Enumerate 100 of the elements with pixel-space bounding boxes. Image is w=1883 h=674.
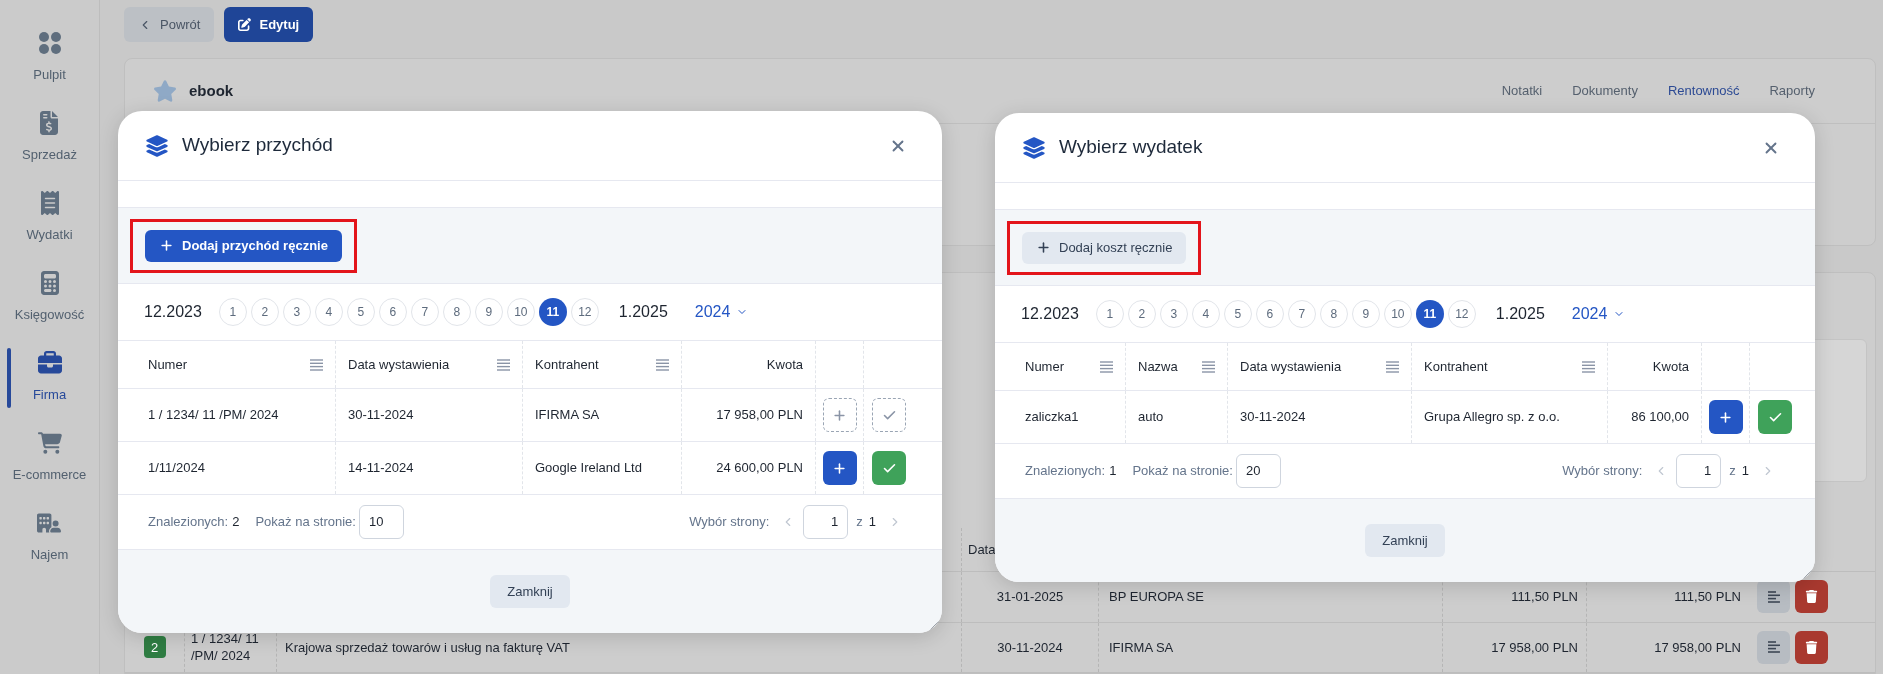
table-cell-text: 14-11-2024 <box>348 459 414 478</box>
month-button[interactable]: 11 <box>538 298 567 326</box>
lines-icon <box>1767 641 1780 654</box>
sidebar-item[interactable]: Firma <box>32 351 67 405</box>
cart-icon <box>37 431 62 456</box>
table-cell-text: 30-11-2024 <box>997 638 1063 657</box>
dialog-title: Wybierz przychód <box>182 133 333 158</box>
year-select[interactable]: 2024 <box>694 300 749 324</box>
lines-icon <box>1767 590 1780 603</box>
table-cell-text: 31-01-2025 <box>996 588 1064 607</box>
per-page-label: Pokaż na stronie: <box>255 513 356 532</box>
table-cell-text: Krajowa sprzedaż towarów i usług na fakturę VAT <box>285 638 570 657</box>
page-count: 1 <box>1741 462 1749 481</box>
per-page-field[interactable]: 20 <box>1235 454 1281 488</box>
tab[interactable]: Rentowność <box>1667 81 1740 101</box>
column-header: Data wystawienia <box>348 355 450 374</box>
delete-button[interactable] <box>1795 630 1828 664</box>
table-cell-text: 30-11-2024 <box>348 406 414 425</box>
sidebar-item[interactable]: Sprzedaż <box>22 111 77 165</box>
edit-icon <box>238 18 252 31</box>
table-cell-text: Google Ireland Ltd <box>535 459 642 478</box>
column-menu-icon[interactable] <box>1386 360 1399 373</box>
close-dialog-button[interactable]: Zamknij <box>1365 524 1445 557</box>
table-cell-text: 111,50 PLN <box>1674 588 1741 607</box>
next-period-link[interactable]: 1.2025 <box>1495 302 1545 326</box>
select-row-button[interactable] <box>872 451 906 485</box>
column-header: Nazwa <box>1138 357 1178 376</box>
previous-period-link[interactable]: 12.2023 <box>1021 302 1079 326</box>
plus-icon <box>1718 409 1733 425</box>
table-cell-text: 24 600,00 PLN <box>716 459 803 478</box>
found-label: Znalezionych: <box>1025 462 1106 481</box>
layers-icon <box>1022 135 1046 160</box>
sidebar-item[interactable]: Najem <box>30 511 69 565</box>
year-select[interactable]: 2024 <box>1571 302 1626 326</box>
plus-icon <box>1036 240 1051 255</box>
next-period-link[interactable]: 1.2025 <box>618 300 668 324</box>
add-manually-button[interactable]: Dodaj przychód ręcznie <box>145 229 342 262</box>
column-menu-icon[interactable] <box>1100 360 1113 373</box>
trash-icon <box>1805 590 1818 604</box>
column-header: Kontrahent <box>535 355 599 374</box>
plus-icon <box>832 460 847 476</box>
column-header: Kwota <box>766 355 803 374</box>
dialog-title: Wybierz wydatek <box>1059 135 1203 160</box>
column-header: Data wystawienia <box>1240 357 1342 376</box>
table-cell-text: 1 / 1234/ 11 /PM/ 2024 <box>148 406 279 425</box>
back-button[interactable]: Powrót <box>124 7 215 42</box>
add-row-button[interactable] <box>822 451 857 485</box>
table-cell-text: BP EUROPA SE <box>1109 588 1204 607</box>
row-badge: 2 <box>143 636 166 659</box>
column-header: Kwota <box>1652 357 1689 376</box>
table-cell-text: 17 958,00 PLN <box>1491 638 1578 657</box>
edit-button[interactable]: Edytuj <box>224 7 314 42</box>
per-page-label: Pokaż na stronie: <box>1132 462 1233 481</box>
table-cell-text: 1/11/2024 <box>148 459 205 478</box>
star-icon <box>153 79 177 103</box>
table-cell-text: 86 100,00 <box>1631 408 1689 427</box>
previous-period-link[interactable]: 12.2023 <box>144 300 202 324</box>
column-header: Data <box>968 540 996 559</box>
page-field[interactable]: 1 <box>1676 454 1722 488</box>
details-button[interactable] <box>1757 630 1790 664</box>
month-button[interactable]: 11 <box>1415 300 1444 328</box>
table-cell-text: IFIRMA SA <box>1109 638 1174 657</box>
briefcase-icon <box>37 351 62 376</box>
sidebar-item[interactable]: Wydatki <box>26 191 73 245</box>
close-dialog-button[interactable]: Zamknij <box>490 575 570 608</box>
details-button[interactable] <box>1757 580 1790 614</box>
page-field[interactable]: 1 <box>803 505 849 539</box>
tab[interactable]: Raporty <box>1769 81 1815 101</box>
tab[interactable]: Dokumenty <box>1572 81 1638 101</box>
column-header: Numer <box>148 355 187 374</box>
table-cell-text: 17 958,00 PLN <box>1654 638 1741 657</box>
table-cell-text: IFIRMA SA <box>535 406 600 425</box>
page-label: Wybór strony: <box>1562 462 1643 481</box>
tab[interactable]: Notatki <box>1501 81 1543 101</box>
dots-grid-icon <box>37 31 62 56</box>
select-row-button[interactable] <box>1758 400 1792 434</box>
add-manually-button[interactable]: Dodaj koszt ręcznie <box>1022 231 1187 264</box>
table-cell-text: 17 958,00 PLN <box>716 406 803 425</box>
page-label: Wybór strony: <box>689 513 770 532</box>
table-cell-text: auto <box>1138 408 1164 427</box>
page-count: 1 <box>868 513 876 532</box>
column-menu-icon[interactable] <box>1202 360 1215 373</box>
delete-button[interactable] <box>1795 580 1828 614</box>
page-of-label: z <box>1729 462 1736 481</box>
per-page-field[interactable]: 10 <box>358 505 404 539</box>
column-header: Numer <box>1025 357 1064 376</box>
sidebar-item[interactable]: E-commerce <box>12 431 87 485</box>
building-user-icon <box>37 511 62 536</box>
column-menu-icon[interactable] <box>1582 360 1595 373</box>
add-row-button[interactable] <box>1708 400 1743 434</box>
sidebar-item[interactable]: Księgowość <box>14 271 85 325</box>
found-label: Znalezionych: <box>148 513 229 532</box>
sidebar-item[interactable]: Pulpit <box>33 31 66 85</box>
found-count: 2 <box>232 513 240 532</box>
column-menu-icon[interactable] <box>497 358 510 371</box>
plus-icon <box>832 407 847 423</box>
layers-icon <box>145 133 169 158</box>
table-cell-text: Grupa Allegro sp. z o.o. <box>1424 408 1560 427</box>
column-menu-icon[interactable] <box>656 358 669 371</box>
column-menu-icon[interactable] <box>310 358 323 371</box>
